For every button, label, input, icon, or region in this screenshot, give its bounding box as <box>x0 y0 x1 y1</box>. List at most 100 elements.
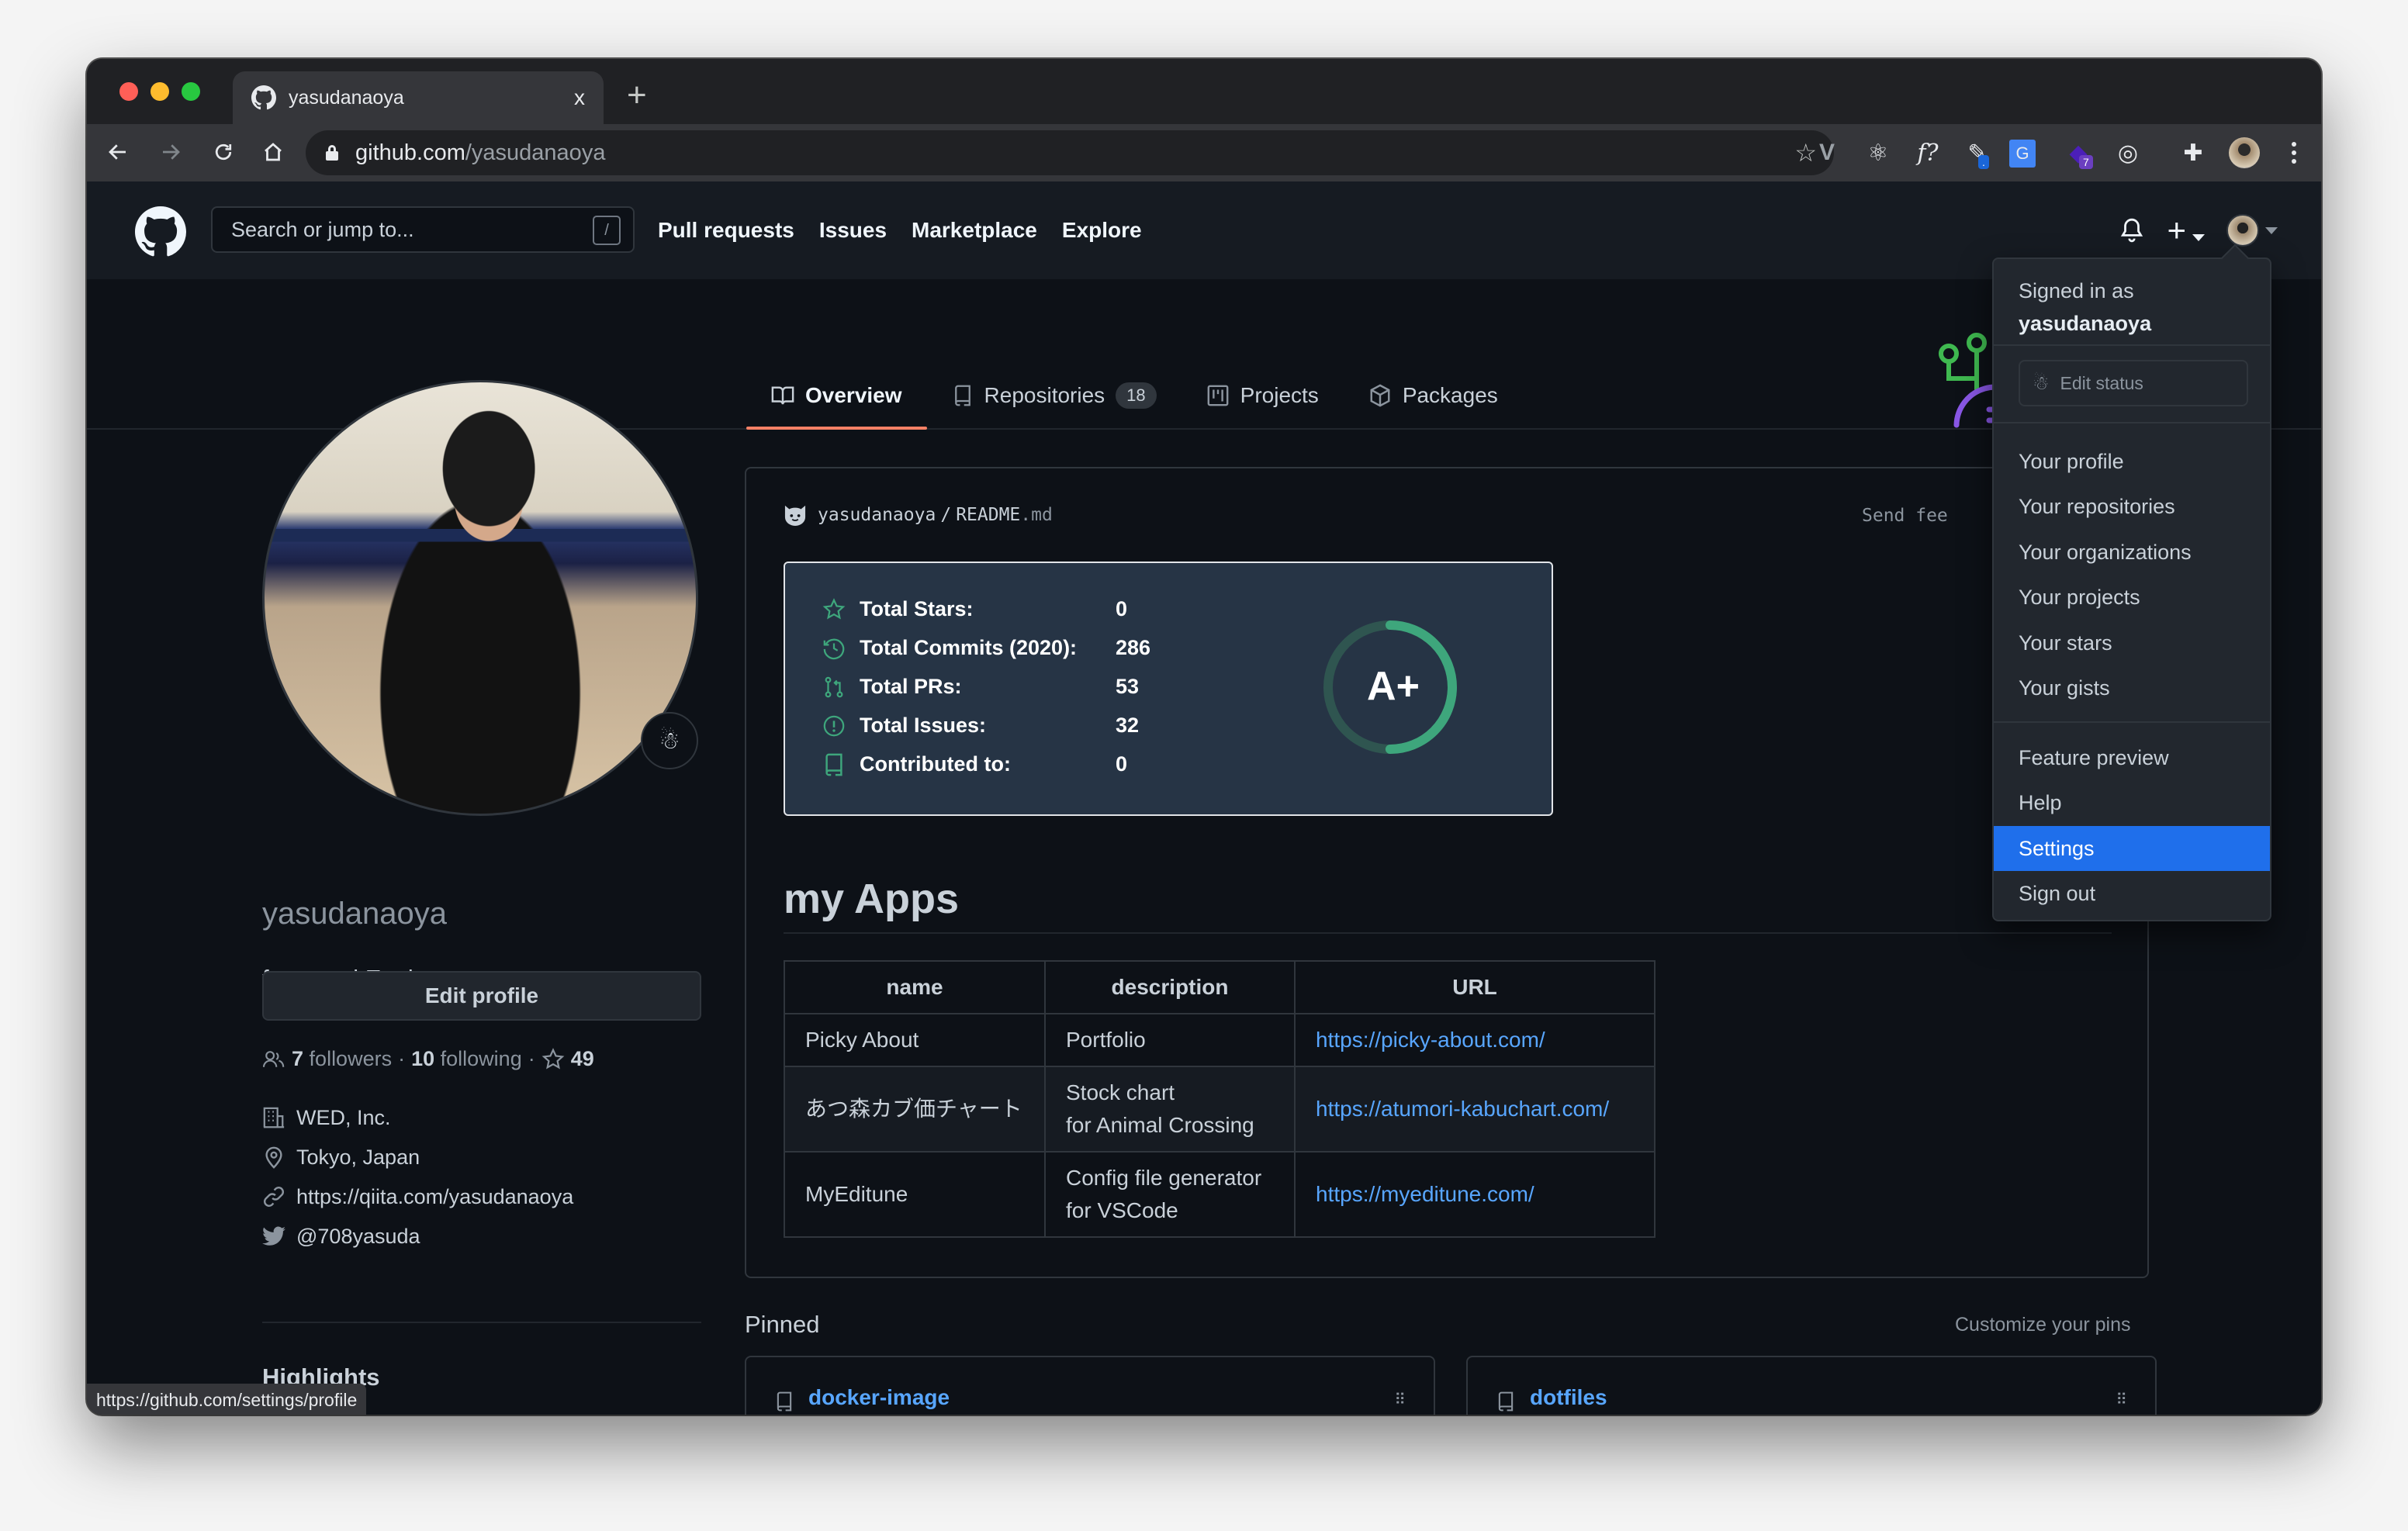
description-line-1: Stock chart <box>1066 1080 1175 1104</box>
stat-label: Total Commits (2020): <box>860 636 1078 659</box>
pinned-repo-card: docker-image ⠿ <box>745 1356 1435 1415</box>
tab-projects[interactable]: Projects <box>1182 361 1344 430</box>
drag-handle-icon[interactable]: ⠿ <box>2116 1390 2127 1409</box>
back-button[interactable] <box>101 135 135 169</box>
menu-item-sign-out[interactable]: Sign out <box>1994 872 2270 917</box>
status-emoji-button[interactable]: ☃ <box>641 712 698 769</box>
maximize-window-button[interactable] <box>182 82 200 101</box>
stat-value: 0 <box>1116 752 1128 776</box>
menu-item-your-profile[interactable]: Your profile <box>1994 439 2270 484</box>
extensions-puzzle-icon[interactable]: ✚ <box>2175 135 2211 171</box>
column-header-url: URL <box>1294 960 1656 1014</box>
menu-item-feature-preview[interactable]: Feature preview <box>1994 735 2270 780</box>
browser-tab[interactable]: yasudanaoya x <box>233 71 604 124</box>
drag-handle-icon[interactable]: ⠿ <box>1394 1390 1406 1409</box>
browser-toolbar: github.com/yasudanaoya ☆ V ⚛ f? ✎. G ◆ 7 ◎ ✚ <box>87 124 2321 181</box>
profile-avatar[interactable] <box>262 380 698 816</box>
browser-menu-button[interactable] <box>2276 135 2312 171</box>
nav-pull-requests[interactable]: Pull requests <box>658 218 794 243</box>
reload-icon <box>215 143 232 161</box>
send-feedback-link[interactable]: Send fee <box>1862 506 1948 526</box>
menu-item-your-projects[interactable]: Your projects <box>1994 575 2270 620</box>
search-placeholder: Search or jump to... <box>231 217 414 241</box>
close-window-button[interactable] <box>119 82 138 101</box>
readme-file-name: README <box>956 505 1021 525</box>
reload-button[interactable] <box>206 135 240 169</box>
stat-total-stars: Total Stars: 0 <box>822 597 1127 621</box>
app-name: MyEditune <box>784 1151 1046 1238</box>
customize-pins-link[interactable]: Customize your pins <box>1955 1314 2130 1336</box>
forward-button[interactable] <box>154 135 188 169</box>
following-label: following <box>440 1047 522 1070</box>
user-menu-button[interactable] <box>2226 214 2278 247</box>
app-url-link[interactable]: https://atumori-kabuchart.com/ <box>1316 1097 1609 1121</box>
table-row: Picky About Portfolio https://picky-abou… <box>784 1013 1656 1067</box>
stat-contributed-to: Contributed to: 0 <box>822 752 1127 776</box>
stat-label: Total PRs: <box>860 675 962 698</box>
address-bar[interactable]: github.com/yasudanaoya ☆ <box>306 130 1834 175</box>
profile-avatar-button[interactable] <box>2226 135 2262 171</box>
whatfont-icon[interactable]: f? <box>1910 135 1946 171</box>
minimize-window-button[interactable] <box>150 82 169 101</box>
react-devtools-icon[interactable]: ⚛ <box>1860 135 1896 171</box>
app-url-link[interactable]: https://myeditune.com/ <box>1316 1182 1534 1206</box>
following-count: 10 <box>411 1047 435 1070</box>
table-row: MyEditune Config file generator for VSCod… <box>784 1151 1656 1238</box>
search-input[interactable]: Search or jump to... / <box>211 206 635 253</box>
menu-item-settings[interactable]: Settings <box>1994 826 2270 871</box>
website-link[interactable]: https://qiita.com/yasudanaoya <box>296 1185 573 1209</box>
menu-item-your-repositories[interactable]: Your repositories <box>1994 485 2270 530</box>
pull-request-icon <box>825 676 843 697</box>
new-tab-button[interactable]: + <box>627 76 647 115</box>
readme-path: yasudanaoya / README .md <box>784 504 1053 526</box>
twitter-handle[interactable]: @708yasuda <box>296 1225 420 1249</box>
app-url-cell: https://picky-about.com/ <box>1294 1013 1656 1067</box>
people-icon <box>262 1050 285 1067</box>
kebab-menu-icon <box>2292 142 2296 164</box>
vcard-twitter[interactable]: @708yasuda <box>262 1222 573 1251</box>
issue-icon <box>823 715 845 736</box>
edit-profile-button[interactable]: Edit profile <box>262 971 701 1021</box>
app-url-cell: https://myeditune.com/ <box>1294 1151 1656 1238</box>
tab-repositories[interactable]: Repositories 18 <box>927 361 1182 430</box>
following-link[interactable]: 10 following <box>411 1047 522 1071</box>
notifications-bell-icon[interactable] <box>2119 216 2145 244</box>
menu-item-help[interactable]: Help <box>1994 781 2270 826</box>
column-header-name: name <box>784 960 1046 1014</box>
stat-total-prs: Total PRs: 53 <box>822 675 1139 699</box>
readme-owner-link[interactable]: yasudanaoya <box>818 505 936 525</box>
color-picker-icon[interactable]: ✎ <box>1960 135 1995 171</box>
nav-issues[interactable]: Issues <box>819 218 887 243</box>
vcard-website[interactable]: https://qiita.com/yasudanaoya <box>262 1182 573 1211</box>
stat-label: Total Stars: <box>860 597 974 620</box>
close-tab-icon[interactable]: x <box>574 85 585 110</box>
header-nav: Pull requests Issues Marketplace Explore <box>658 181 1142 279</box>
nav-explore[interactable]: Explore <box>1062 218 1142 243</box>
app-description: Stock chart for Animal Crossing <box>1044 1066 1296 1153</box>
pinned-repo-link[interactable]: docker-image <box>808 1385 950 1410</box>
pinned-repo-link[interactable]: dotfiles <box>1530 1385 1607 1410</box>
app-url-link[interactable]: https://picky-about.com/ <box>1316 1028 1545 1052</box>
menu-divider <box>1994 721 2270 723</box>
target-icon[interactable]: ◎ <box>2110 135 2146 171</box>
stat-value: 0 <box>1116 597 1128 620</box>
followers-link[interactable]: 7 followers <box>292 1047 392 1071</box>
menu-item-your-gists[interactable]: Your gists <box>1994 666 2270 711</box>
extension-badge: 7 <box>2079 155 2093 169</box>
menu-item-your-organizations[interactable]: Your organizations <box>1994 530 2270 575</box>
tab-packages[interactable]: Packages <box>1344 361 1523 430</box>
nav-marketplace[interactable]: Marketplace <box>912 218 1037 243</box>
app-name: あつ森カブ価チャート <box>784 1066 1046 1153</box>
github-logo-icon[interactable] <box>135 206 186 257</box>
repo-icon <box>777 1391 792 1412</box>
tab-strip: yasudanaoya x + <box>87 59 2321 124</box>
vue-devtools-icon[interactable]: V <box>1809 135 1845 171</box>
google-translate-icon[interactable]: G <box>2009 140 2036 168</box>
home-button[interactable] <box>256 135 290 169</box>
menu-item-your-stars[interactable]: Your stars <box>1994 620 2270 665</box>
edit-status-button[interactable]: ☃ Edit status <box>2019 360 2248 406</box>
snowman-icon: ☃ <box>659 727 680 754</box>
stars-link[interactable]: 49 <box>541 1047 594 1071</box>
tab-overview[interactable]: Overview <box>746 361 927 430</box>
create-new-button[interactable]: + <box>2167 212 2205 249</box>
